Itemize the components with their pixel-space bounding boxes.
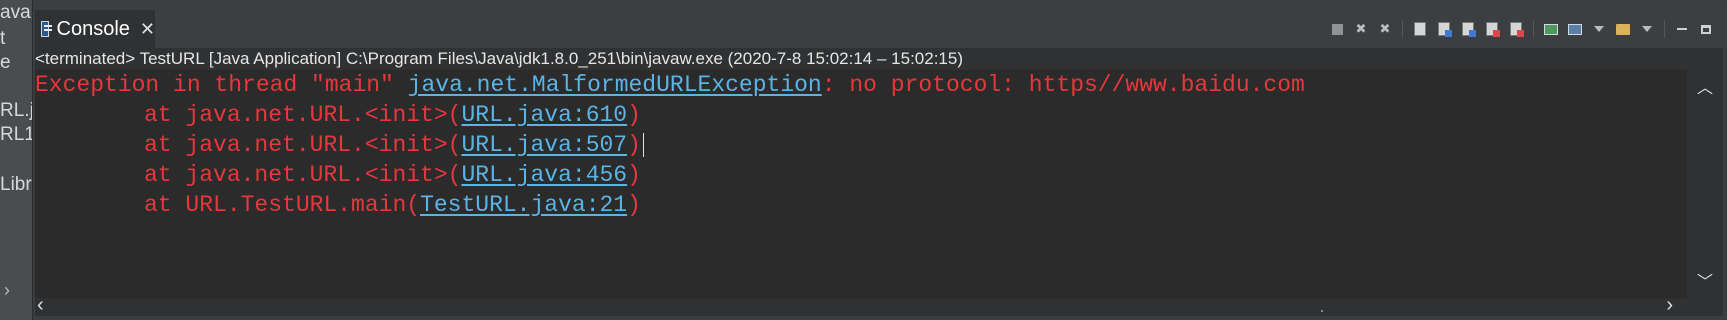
console-icon xyxy=(41,21,52,37)
vertical-scrollbar[interactable]: ︿ ﹀ xyxy=(1687,70,1723,298)
frame-at: at xyxy=(144,162,186,188)
maximize-icon[interactable] xyxy=(1697,20,1715,38)
display-console-icon[interactable] xyxy=(1566,20,1584,38)
frame-at: at xyxy=(144,192,186,218)
explorer-fragment[interactable]: RL1 xyxy=(0,124,32,146)
frame-source-link[interactable]: TestURL.java:21 xyxy=(420,192,627,218)
exception-line: Exception in thread "main" java.net.Malf… xyxy=(35,70,1687,100)
explorer-fragment[interactable]: Libr xyxy=(0,174,32,196)
console-view: Console ✕ ✖ ✖ <terminated> TestURL [Java… xyxy=(35,4,1723,316)
package-explorer-strip: ava t e RL.ja RL1 Libr › xyxy=(0,0,33,320)
toolbar-divider xyxy=(1533,20,1534,38)
stack-frame: at java.net.URL.<init>(URL.java:610) xyxy=(35,100,1687,130)
exception-class-link[interactable]: java.net.MalformedURLException xyxy=(408,72,822,98)
frame-method: URL.TestURL.main( xyxy=(185,192,421,218)
minimize-icon[interactable] xyxy=(1673,20,1691,38)
frame-method: java.net.URL.<init>( xyxy=(185,162,462,188)
open-console-icon[interactable] xyxy=(1614,20,1632,38)
scroll-left-icon[interactable]: ‹ xyxy=(37,294,44,317)
frame-source-link[interactable]: URL.java:507 xyxy=(461,132,627,158)
horizontal-scrollbar[interactable]: ‹ › xyxy=(35,294,1687,316)
pin-console-icon[interactable] xyxy=(1507,20,1525,38)
stack-frame: at java.net.URL.<init>(URL.java:456) xyxy=(35,160,1687,190)
close-icon[interactable]: ✕ xyxy=(140,19,155,40)
frame-at: at xyxy=(144,132,186,158)
show-on-stdout-icon[interactable] xyxy=(1459,20,1477,38)
scroll-lock-icon[interactable] xyxy=(1411,20,1429,38)
remove-all-terminated-icon[interactable]: ✖ xyxy=(1376,20,1394,38)
frame-source-link[interactable]: URL.java:456 xyxy=(461,162,627,188)
explorer-fragment[interactable]: t xyxy=(0,28,5,50)
stack-frame: at java.net.URL.<init>(URL.java:507) xyxy=(35,130,1687,160)
frame-close: ) xyxy=(627,192,641,218)
process-status: <terminated> TestURL [Java Application] … xyxy=(35,49,963,68)
console-toolbar: ✖ ✖ xyxy=(1328,18,1715,40)
scroll-down-icon[interactable]: ﹀ xyxy=(1687,268,1723,292)
chevron-down-icon[interactable] xyxy=(1638,20,1656,38)
show-on-stderr-icon[interactable] xyxy=(1483,20,1501,38)
remove-launch-icon[interactable]: ✖ xyxy=(1352,20,1370,38)
frame-at: at xyxy=(144,102,186,128)
toolbar-divider xyxy=(1402,20,1403,38)
scroll-right-icon[interactable]: › xyxy=(1666,294,1673,317)
status-dot xyxy=(1321,310,1323,312)
explorer-fragment[interactable]: e xyxy=(0,52,11,74)
exception-prefix: Exception in thread "main" xyxy=(35,72,408,98)
word-wrap-icon[interactable] xyxy=(1435,20,1453,38)
frame-close: ) xyxy=(627,132,641,158)
text-caret xyxy=(642,132,644,157)
tab-console[interactable]: Console ✕ xyxy=(35,10,155,48)
tab-label: Console xyxy=(56,17,130,40)
dropdown-icon[interactable] xyxy=(1590,20,1608,38)
toolbar-divider xyxy=(1664,20,1665,38)
terminate-icon[interactable] xyxy=(1328,20,1346,38)
display-selected-console-icon[interactable] xyxy=(1542,20,1560,38)
frame-method: java.net.URL.<init>( xyxy=(185,132,462,158)
explorer-fragment[interactable]: ava xyxy=(0,2,31,24)
stack-frame: at URL.TestURL.main(TestURL.java:21) xyxy=(35,190,1687,220)
frame-method: java.net.URL.<init>( xyxy=(185,102,462,128)
frame-close: ) xyxy=(627,162,641,188)
frame-source-link[interactable]: URL.java:610 xyxy=(461,102,627,128)
console-output[interactable]: Exception in thread "main" java.net.Malf… xyxy=(35,70,1687,298)
view-tabbar: Console ✕ ✖ ✖ xyxy=(35,4,1723,48)
exception-message: : no protocol: https//www.baidu.com xyxy=(821,72,1305,98)
frame-close: ) xyxy=(627,102,641,128)
explorer-fragment[interactable]: RL.ja xyxy=(0,100,32,122)
scroll-up-icon[interactable]: ︿ xyxy=(1687,74,1723,98)
chevron-right-icon[interactable]: › xyxy=(4,280,10,301)
